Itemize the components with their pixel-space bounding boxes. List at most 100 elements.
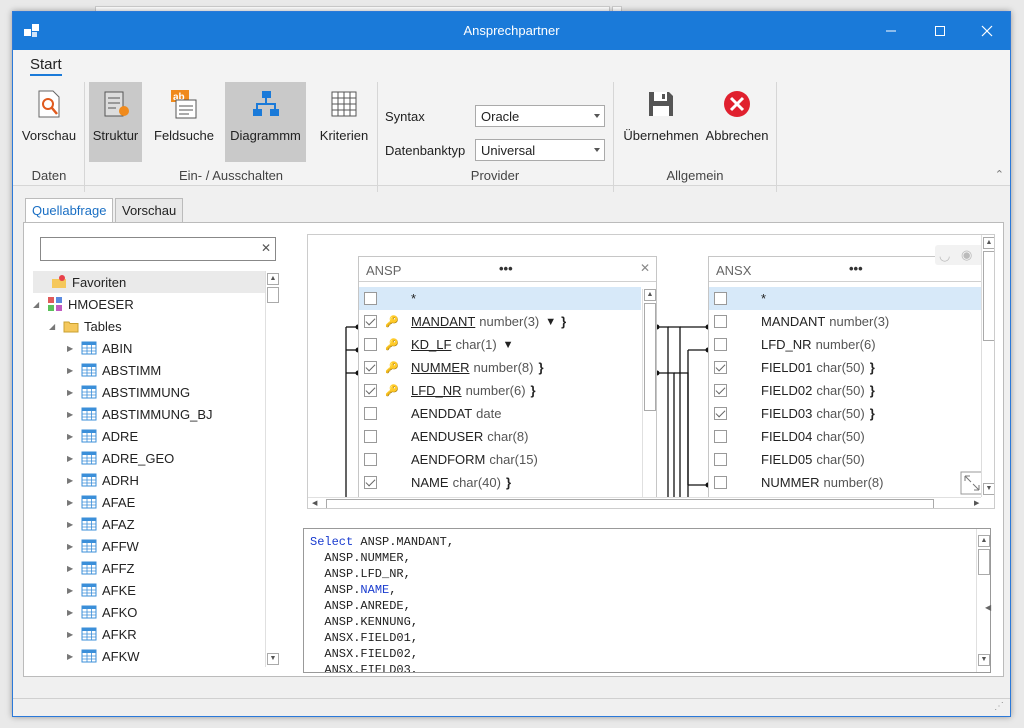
expand-icon[interactable]: ▶ xyxy=(67,388,81,397)
scroll-thumb[interactable] xyxy=(983,251,994,341)
expand-icon[interactable]: ▶ xyxy=(67,586,81,595)
expand-icon[interactable]: ▶ xyxy=(67,652,81,661)
scroll-up-icon[interactable]: ▲ xyxy=(978,535,990,547)
scroll-thumb[interactable] xyxy=(267,287,279,303)
scroll-down-icon[interactable]: ▼ xyxy=(267,653,279,665)
column-checkbox[interactable] xyxy=(364,407,377,420)
column-row[interactable]: 🔑 LFD_NR number(6)} xyxy=(359,379,641,402)
expand-icon[interactable]: ▶ xyxy=(67,410,81,419)
struktur-button[interactable]: Struktur xyxy=(89,82,142,162)
column-row[interactable]: FIELD04 char(50) xyxy=(709,425,991,448)
clear-icon[interactable]: ✕ xyxy=(261,241,271,255)
column-row[interactable]: 🔑 NUMMER number(8)} xyxy=(359,356,641,379)
column-checkbox[interactable] xyxy=(364,384,377,397)
column-row[interactable]: 🔑 KD_LF char(1) ▼ xyxy=(359,333,641,356)
table-ansp[interactable]: ANSP ••• ✕ * 🔑 MANDANT number(3) ▼} 🔑 KD_LF cha… xyxy=(358,256,657,508)
scroll-up-icon[interactable]: ▲ xyxy=(983,237,994,249)
scroll-up-icon[interactable]: ▲ xyxy=(267,273,279,285)
syntax-select[interactable]: Oracle xyxy=(475,105,605,127)
column-row[interactable]: NUMMER number(8) xyxy=(709,471,991,494)
close-button[interactable] xyxy=(964,12,1010,50)
tree-item-table[interactable]: ▶ AFFZ xyxy=(33,557,265,579)
column-row[interactable]: NAME char(40)} xyxy=(359,471,641,494)
column-row[interactable]: FIELD02 char(50)} xyxy=(709,379,991,402)
tree-item-table[interactable]: ▶ ADRE_GEO xyxy=(33,447,265,469)
column-checkbox[interactable] xyxy=(714,384,727,397)
tree-item-tables[interactable]: ◢ Tables xyxy=(33,315,265,337)
ribbon-tab-start[interactable]: Start xyxy=(30,56,62,76)
filter-icon[interactable]: ▼ xyxy=(503,339,514,351)
minimize-button[interactable] xyxy=(868,12,914,50)
scroll-left-icon[interactable]: ◀ xyxy=(312,499,317,507)
tree-item-favorites[interactable]: Favoriten xyxy=(33,271,265,293)
column-row[interactable]: * xyxy=(359,287,641,310)
column-row[interactable]: AENDFORM char(15) xyxy=(359,448,641,471)
close-icon[interactable]: ✕ xyxy=(640,261,650,275)
scroll-down-icon[interactable]: ▼ xyxy=(983,483,994,495)
tree-item-table[interactable]: ▶ ABIN xyxy=(33,337,265,359)
more-icon[interactable]: ••• xyxy=(499,261,513,276)
column-checkbox[interactable] xyxy=(714,338,727,351)
feldsuche-button[interactable]: ab Feldsuche xyxy=(151,82,217,162)
table-ansx[interactable]: ANSX ••• * MANDANT number(3) LFD_NR number(6… xyxy=(708,256,994,508)
tree-item-table[interactable]: ▶ ABSTIMM xyxy=(33,359,265,381)
scroll-thumb[interactable] xyxy=(978,549,990,575)
column-row[interactable]: * xyxy=(709,287,991,310)
expand-icon[interactable]: ▶ xyxy=(67,608,81,617)
scroll-right-icon[interactable]: ▶ xyxy=(974,499,979,507)
expand-icon[interactable]: ▶ xyxy=(67,520,81,529)
tab-vorschau[interactable]: Vorschau xyxy=(115,198,184,222)
search-input[interactable]: ✕ xyxy=(40,237,276,261)
tree-item-table[interactable]: ▶ AFAZ xyxy=(33,513,265,535)
sql-scrollbar[interactable]: ▲ ▼ xyxy=(976,529,990,672)
diagramm-button[interactable]: Diagrammm xyxy=(225,82,306,162)
column-checkbox[interactable] xyxy=(364,430,377,443)
resize-grip-icon[interactable]: ⋰ xyxy=(994,701,1004,712)
collapse-ribbon-icon[interactable]: ⌃ xyxy=(995,168,1004,181)
scroll-up-icon[interactable]: ▲ xyxy=(644,289,656,301)
diagram-hscroll[interactable]: ◀ ▶ xyxy=(308,497,981,508)
tree-scrollbar[interactable]: ▲ ▼ xyxy=(265,271,279,667)
expand-icon[interactable]: ▶ xyxy=(67,542,81,551)
uebernehmen-button[interactable]: Übernehmen xyxy=(621,82,701,162)
tree-item-table[interactable]: ▶ ABSTIMMUNG xyxy=(33,381,265,403)
tree-item-table[interactable]: ▶ ADRH xyxy=(33,469,265,491)
scroll-thumb[interactable] xyxy=(644,303,656,411)
column-checkbox[interactable] xyxy=(364,292,377,305)
column-row[interactable]: AENDUSER char(8) xyxy=(359,425,641,448)
column-checkbox[interactable] xyxy=(364,361,377,374)
tree-item-database[interactable]: ◢ HMOESER xyxy=(33,293,265,315)
tree-item-table[interactable]: ▶ AFAE xyxy=(33,491,265,513)
kriterien-button[interactable]: Kriterien xyxy=(315,82,373,162)
column-row[interactable]: 🔑 MANDANT number(3) ▼} xyxy=(359,310,641,333)
column-checkbox[interactable] xyxy=(364,315,377,328)
expand-icon[interactable]: ▶ xyxy=(67,344,81,353)
eye-closed-icon[interactable]: ◡ xyxy=(939,248,950,264)
column-checkbox[interactable] xyxy=(714,292,727,305)
expand-icon[interactable]: ▶ xyxy=(67,454,81,463)
more-icon[interactable]: ••• xyxy=(849,261,863,276)
column-checkbox[interactable] xyxy=(714,476,727,489)
scroll-down-icon[interactable]: ▼ xyxy=(978,654,990,666)
scroll-thumb[interactable] xyxy=(326,499,934,508)
column-checkbox[interactable] xyxy=(714,453,727,466)
column-row[interactable]: FIELD05 char(50) xyxy=(709,448,991,471)
tree-item-table[interactable]: ▶ AFFW xyxy=(33,535,265,557)
column-checkbox[interactable] xyxy=(714,407,727,420)
tab-quellabfrage[interactable]: Quellabfrage xyxy=(25,198,114,223)
column-row[interactable]: AENDDAT date xyxy=(359,402,641,425)
expand-icon[interactable]: ▶ xyxy=(67,564,81,573)
column-row[interactable]: LFD_NR number(6) xyxy=(709,333,991,356)
tree-item-table[interactable]: ▶ AFKE xyxy=(33,579,265,601)
collapse-icon[interactable]: ◢ xyxy=(33,300,47,309)
column-row[interactable]: MANDANT number(3) xyxy=(709,310,991,333)
column-checkbox[interactable] xyxy=(364,338,377,351)
tree-item-table[interactable]: ▶ ABSTIMMUNG_BJ xyxy=(33,403,265,425)
expand-icon[interactable]: ▶ xyxy=(67,498,81,507)
tree-item-table[interactable]: ▶ AFKO xyxy=(33,601,265,623)
sql-text[interactable]: Select ANSP.MANDANT, ANSP.NUMMER, ANSP.L… xyxy=(304,529,990,672)
column-checkbox[interactable] xyxy=(714,315,727,328)
expand-icon[interactable]: ▶ xyxy=(67,432,81,441)
tree-item-table[interactable]: ▶ AFKW xyxy=(33,645,265,667)
maximize-button[interactable] xyxy=(917,12,963,50)
